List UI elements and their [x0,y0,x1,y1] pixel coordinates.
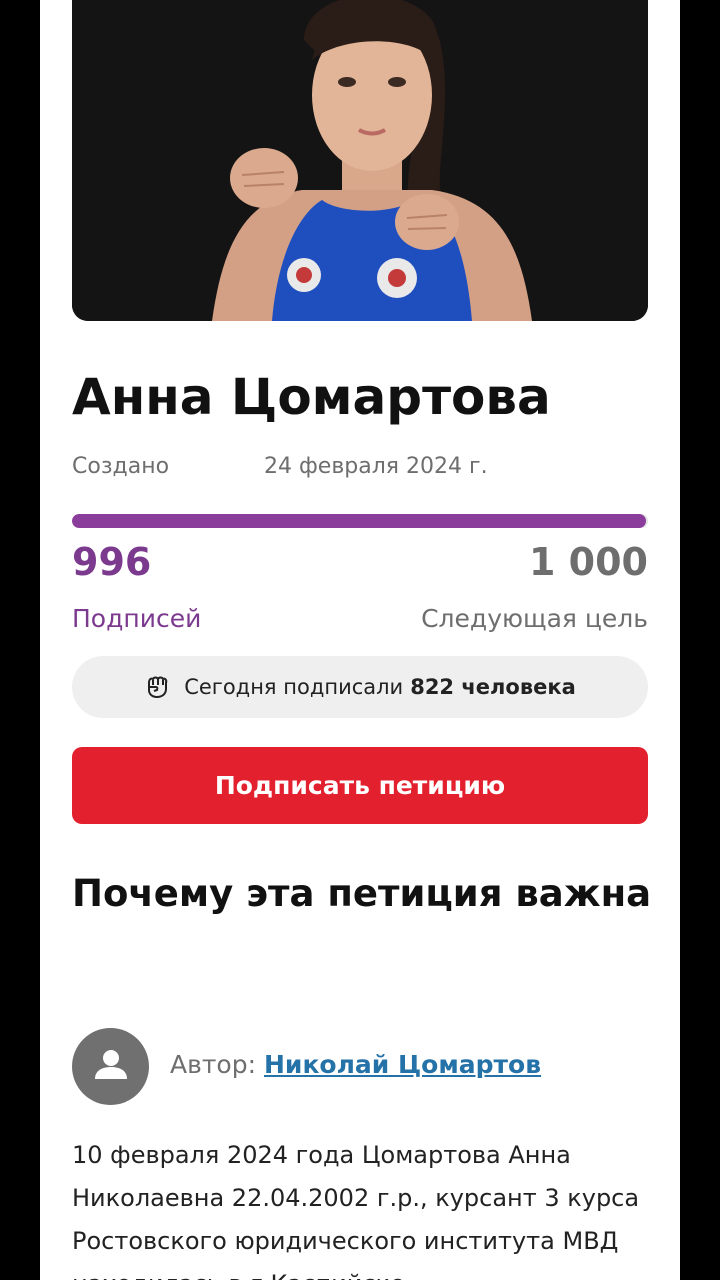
today-signed-text: Сегодня подписали [184,675,404,699]
created-date: 24 февраля 2024 г. [264,454,488,479]
user-icon [91,1045,131,1089]
why-heading: Почему эта петиция важна [72,872,652,915]
today-signed-count: 822 человека [410,675,576,699]
petition-photo [72,0,648,321]
petition-title: Анна Цомартова [72,368,551,426]
fist-icon [144,674,170,700]
signature-count: 996 [72,540,152,584]
signature-progress-bar [72,514,648,528]
sign-petition-button[interactable]: Подписать петицию [72,747,648,824]
today-signed-badge: Сегодня подписали 822 человека [72,656,648,718]
signature-progress-fill [72,514,646,528]
author-avatar [72,1028,149,1105]
goal-label: Следующая цель [421,604,648,633]
petition-page: Анна Цомартова Создано 24 февраля 2024 г… [40,0,680,1280]
author-name-link[interactable]: Николай Цомартов [264,1050,541,1079]
author-line: Автор: Николай Цомартов [170,1050,541,1079]
goal-count: 1 000 [529,540,648,584]
signature-count-label: Подписей [72,604,202,633]
created-label: Создано [72,454,170,479]
author-label: Автор: [170,1050,256,1079]
petition-body-text: 10 февраля 2024 года Цомартова Анна Нико… [72,1141,640,1280]
